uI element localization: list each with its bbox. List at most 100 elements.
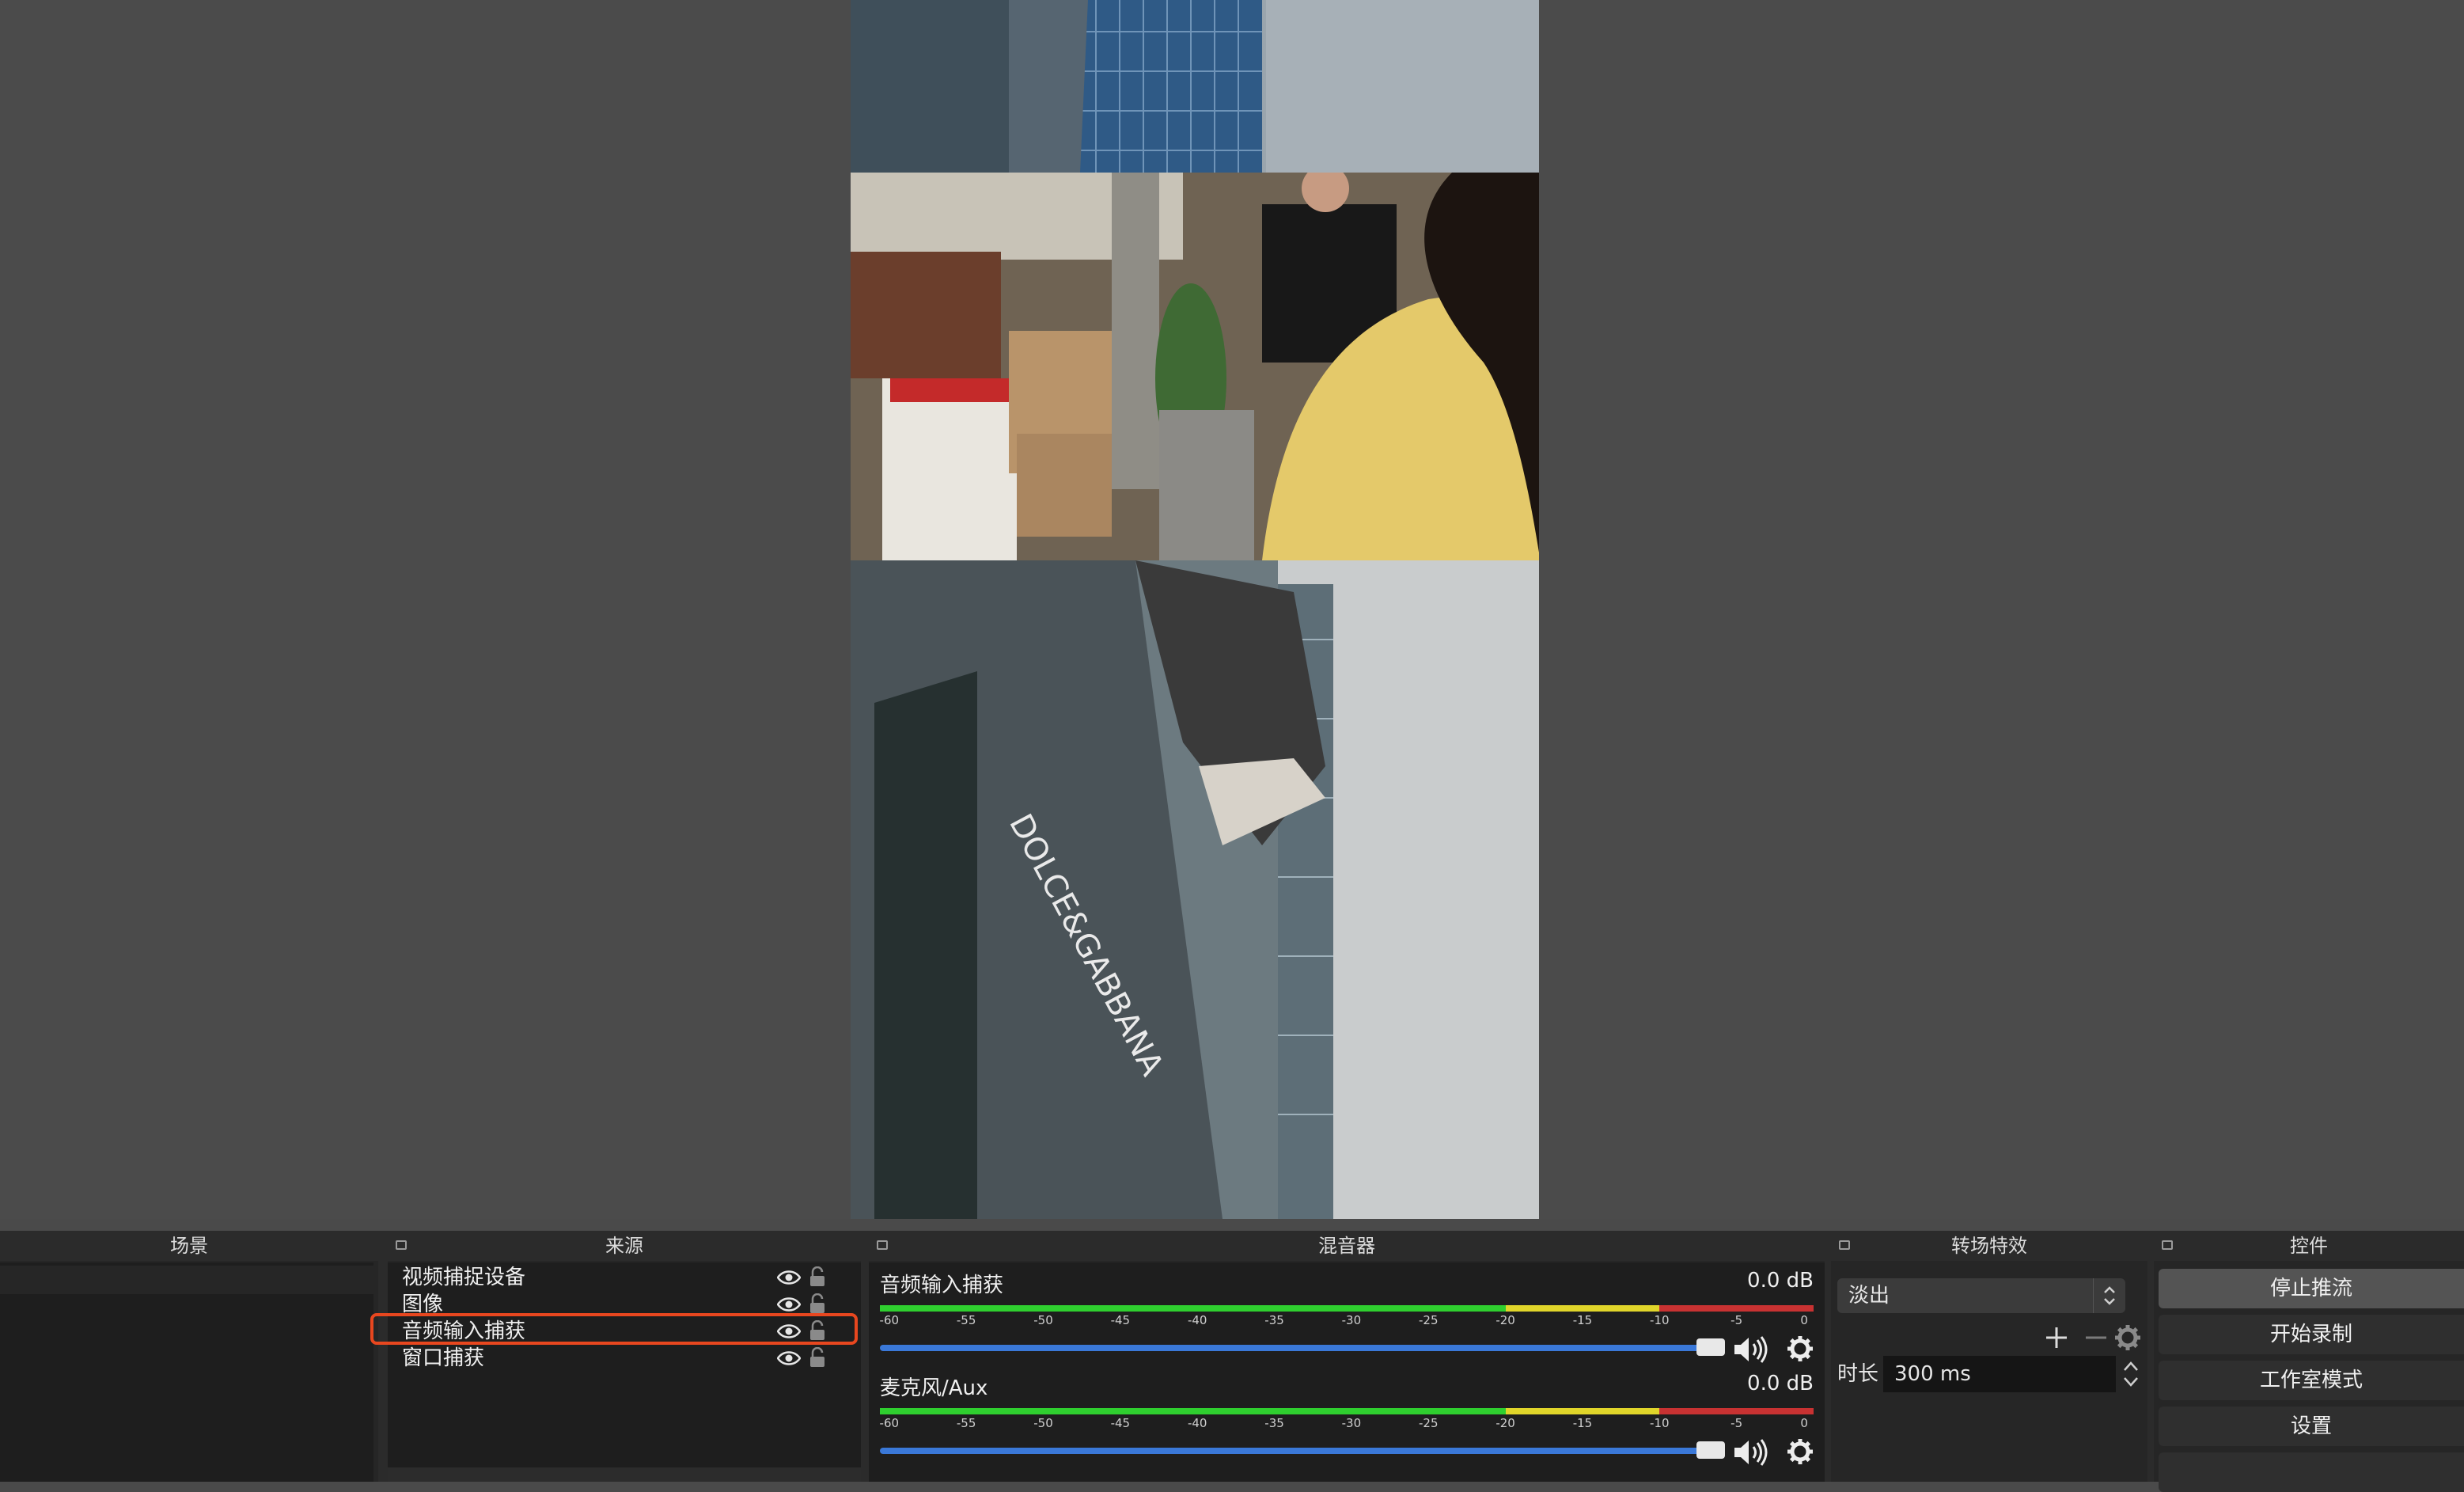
source-item-video-capture[interactable]: 视频捕捉设备	[392, 1264, 856, 1291]
settings-button[interactable]: 设置	[2159, 1407, 2464, 1446]
tick-label: -20	[1495, 1416, 1515, 1430]
speaker-icon[interactable]	[1733, 1438, 1771, 1467]
minus-icon[interactable]	[2083, 1324, 2110, 1351]
transitions-body: 淡出 时长 300 ms	[1831, 1262, 2147, 1482]
tick-label: -60	[879, 1313, 900, 1327]
tick-label: -10	[1650, 1416, 1670, 1430]
eye-icon[interactable]	[777, 1296, 801, 1312]
photo-building-facade: DOLCE&GABBANA	[851, 560, 1539, 1219]
fader-handle[interactable]	[1696, 1441, 1725, 1459]
tick-label: -25	[1419, 1416, 1439, 1430]
float-icon[interactable]	[396, 1240, 407, 1250]
studio-mode-button[interactable]: 工作室模式	[2159, 1361, 2464, 1400]
volume-fader[interactable]	[880, 1338, 1725, 1356]
source-item-window-capture[interactable]: 窗口捕获	[392, 1345, 856, 1372]
duration-label: 时长	[1837, 1362, 1879, 1386]
transitions-panel: 转场特效 淡出 时长 300 ms	[1831, 1231, 2147, 1482]
dock-area: 场景 来源 视频捕捉设备 图像 音频输入捕获 窗口捕获 混音器 音频输入捕获 0…	[0, 1231, 2464, 1492]
scenes-panel: 场景	[0, 1231, 378, 1482]
volume-meter	[880, 1305, 1814, 1312]
fader-handle[interactable]	[1696, 1338, 1725, 1356]
transitions-title-text: 转场特效	[1951, 1235, 2027, 1257]
stop-streaming-button[interactable]: 停止推流	[2159, 1269, 2464, 1308]
tick-label: -5	[1730, 1416, 1743, 1430]
tick-label: -55	[956, 1416, 976, 1430]
tick-label: -50	[1033, 1313, 1053, 1327]
mixer-panel: 混音器 音频输入捕获 0.0 dB -60 -55 -50 -45 -40 -3…	[869, 1231, 1825, 1482]
channel-name: 麦克风/Aux	[880, 1376, 988, 1400]
channel-level: 0.0 dB	[1747, 1372, 1814, 1395]
volume-meter	[880, 1408, 1814, 1414]
source-label: 窗口捕获	[402, 1346, 485, 1370]
mixer-body: 音频输入捕获 0.0 dB -60 -55 -50 -45 -40 -35 -3…	[869, 1262, 1825, 1482]
speaker-icon[interactable]	[1733, 1335, 1771, 1364]
lock-icon[interactable]	[809, 1347, 826, 1368]
transition-select[interactable]: 淡出	[1837, 1278, 2125, 1313]
mixer-title: 混音器	[869, 1231, 1825, 1261]
source-label: 视频捕捉设备	[402, 1266, 526, 1289]
float-icon[interactable]	[2162, 1240, 2173, 1250]
mixer-channel-mic-aux: 麦克风/Aux 0.0 dB -60 -55 -50 -45 -40 -35 -…	[880, 1372, 1814, 1467]
tick-label: -5	[1730, 1313, 1743, 1327]
preview-area[interactable]: DOLCE&GABBANA	[0, 0, 2464, 1219]
float-icon[interactable]	[1839, 1240, 1850, 1250]
transition-selected: 淡出	[1848, 1284, 1890, 1308]
channel-name: 音频输入捕获	[880, 1274, 1004, 1297]
controls-panel: 控件 停止推流 开始录制 工作室模式 设置	[2154, 1231, 2464, 1492]
sources-panel: 来源 视频捕捉设备 图像 音频输入捕获 窗口捕获	[388, 1231, 861, 1482]
sources-title-text: 来源	[605, 1235, 643, 1257]
channel-level: 0.0 dB	[1747, 1269, 1814, 1293]
selection-highlight	[370, 1313, 858, 1345]
tick-label: -50	[1033, 1416, 1053, 1430]
tick-label: -60	[879, 1416, 900, 1430]
gear-icon[interactable]	[2114, 1324, 2141, 1351]
tick-label: -30	[1341, 1313, 1362, 1327]
gear-icon[interactable]	[1787, 1335, 1814, 1362]
mixer-channel-audio-input: 音频输入捕获 0.0 dB -60 -55 -50 -45 -40 -35 -3…	[880, 1269, 1814, 1364]
sources-title: 来源	[388, 1231, 861, 1261]
lock-icon[interactable]	[809, 1266, 826, 1287]
eye-icon[interactable]	[777, 1270, 801, 1285]
duration-input[interactable]: 300 ms	[1883, 1356, 2116, 1392]
tick-label: -15	[1572, 1313, 1593, 1327]
tick-label: -25	[1419, 1313, 1439, 1327]
tick-label: -20	[1495, 1313, 1515, 1327]
controls-body: 停止推流 开始录制 工作室模式 设置	[2154, 1262, 2464, 1492]
controls-title-text: 控件	[2290, 1235, 2328, 1257]
meter-ticks: -60 -55 -50 -45 -40 -35 -30 -25 -20 -15 …	[880, 1416, 1814, 1438]
tick-label: -45	[1110, 1416, 1131, 1430]
transitions-title: 转场特效	[1831, 1231, 2147, 1261]
exit-button[interactable]	[2159, 1452, 2464, 1492]
sources-toolbar[interactable]	[388, 1467, 861, 1482]
tick-label: -15	[1572, 1416, 1593, 1430]
tick-label: 0	[1800, 1313, 1808, 1327]
tick-label: -10	[1650, 1313, 1670, 1327]
sources-list[interactable]: 视频捕捉设备 图像 音频输入捕获 窗口捕获	[388, 1262, 861, 1482]
gear-icon[interactable]	[1787, 1438, 1814, 1465]
meter-ticks: -60 -55 -50 -45 -40 -35 -30 -25 -20 -15 …	[880, 1313, 1814, 1335]
plus-icon[interactable]	[2043, 1324, 2070, 1351]
float-icon[interactable]	[877, 1240, 888, 1250]
start-recording-button[interactable]: 开始录制	[2159, 1315, 2464, 1354]
preview-canvas[interactable]: DOLCE&GABBANA	[851, 0, 1539, 1219]
photo-office	[851, 173, 1539, 560]
photo-tower-glass	[851, 0, 1539, 173]
tick-label: -35	[1264, 1416, 1284, 1430]
tick-label: -45	[1110, 1313, 1131, 1327]
tick-label: -35	[1264, 1313, 1284, 1327]
volume-fader[interactable]	[880, 1441, 1725, 1459]
stepper-icon[interactable]	[2121, 1356, 2141, 1392]
tick-label: 0	[1800, 1416, 1808, 1430]
tick-label: -55	[956, 1313, 976, 1327]
scenes-title: 场景	[0, 1231, 378, 1261]
tick-label: -30	[1341, 1416, 1362, 1430]
scene-item[interactable]	[0, 1266, 373, 1294]
controls-title: 控件	[2154, 1231, 2464, 1261]
tick-label: -40	[1187, 1416, 1207, 1430]
chevron-updown-icon[interactable]	[2093, 1278, 2125, 1313]
eye-icon[interactable]	[777, 1350, 801, 1366]
lock-icon[interactable]	[809, 1293, 826, 1314]
mixer-title-text: 混音器	[1318, 1235, 1375, 1257]
tick-label: -40	[1187, 1313, 1207, 1327]
scenes-list[interactable]	[0, 1262, 373, 1482]
